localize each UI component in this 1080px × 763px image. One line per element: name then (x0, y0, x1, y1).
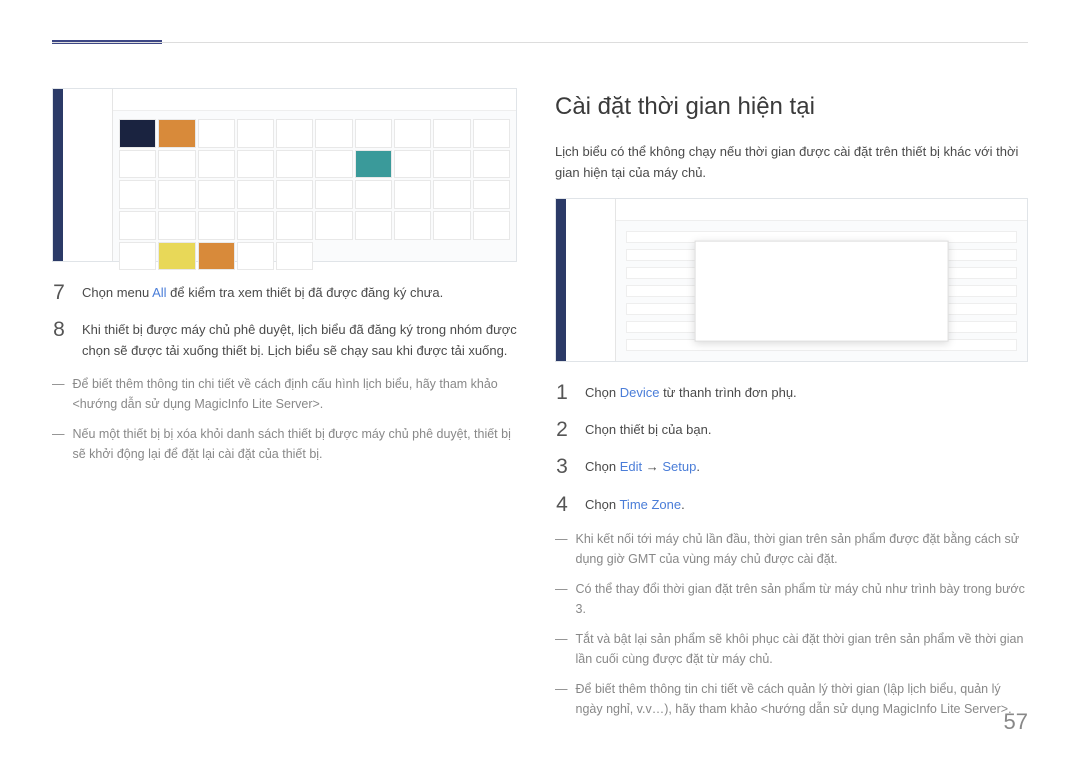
bullet-item: ― Nếu một thiết bị bị xóa khỏi danh sách… (52, 424, 517, 464)
step-2: 2 Chọn thiết bị của bạn. (555, 417, 1028, 442)
bullet-text: Nếu một thiết bị bị xóa khỏi danh sách t… (73, 424, 518, 464)
text-suffix: để kiểm tra xem thiết bị đã được đăng ký… (167, 285, 444, 300)
step-4: 4 Chọn Time Zone. (555, 492, 1028, 517)
step-number: 7 (52, 280, 66, 305)
link-timezone: Time Zone (619, 497, 681, 512)
step-8: 8 Khi thiết bị được máy chủ phê duyệt, l… (52, 317, 517, 362)
text-prefix: Chọn (585, 497, 619, 512)
step-1: 1 Chọn Device từ thanh trình đơn phụ. (555, 380, 1028, 405)
left-column: 7 Chọn menu All để kiểm tra xem thiết bị… (52, 88, 517, 729)
bullet-text: Để biết thêm thông tin chi tiết về cách … (73, 374, 518, 414)
arrow-icon: → (642, 459, 662, 474)
step-text: Chọn thiết bị của bạn. (585, 417, 711, 441)
bullet-text: Để biết thêm thông tin chi tiết về cách … (576, 679, 1029, 719)
step-3: 3 Chọn Edit → Setup. (555, 454, 1028, 479)
link-edit: Edit (620, 459, 642, 474)
link-device: Device (620, 385, 660, 400)
right-bullets: ― Khi kết nối tới máy chủ lần đầu, thời … (555, 529, 1028, 719)
page-number: 57 (1004, 704, 1028, 739)
step-text: Chọn Time Zone. (585, 492, 685, 516)
section-title: Cài đặt thời gian hiện tại (555, 88, 1028, 126)
left-bullets: ― Để biết thêm thông tin chi tiết về các… (52, 374, 517, 464)
page-border (52, 42, 1028, 43)
text-suffix: từ thanh trình đơn phụ. (659, 385, 796, 400)
bullet-text: Có thể thay đổi thời gian đặt trên sản p… (576, 579, 1029, 619)
text-prefix: Chọn (585, 459, 620, 474)
screenshot-setup-dialog (555, 198, 1028, 362)
step-text: Khi thiết bị được máy chủ phê duyệt, lịc… (82, 317, 517, 362)
right-column: Cài đặt thời gian hiện tại Lịch biểu có … (555, 88, 1028, 729)
dash-icon: ― (555, 579, 568, 619)
step-number: 3 (555, 454, 569, 479)
intro-text: Lịch biểu có thể không chạy nếu thời gia… (555, 142, 1028, 184)
text-suffix: . (696, 459, 700, 474)
step-text: Chọn menu All để kiểm tra xem thiết bị đ… (82, 280, 443, 304)
dash-icon: ― (555, 529, 568, 569)
bullet-item: ― Để biết thêm thông tin chi tiết về các… (52, 374, 517, 414)
text-prefix: Chọn menu (82, 285, 152, 300)
bullet-item: ― Có thể thay đổi thời gian đặt trên sản… (555, 579, 1028, 619)
dash-icon: ― (555, 629, 568, 669)
link-all: All (152, 285, 166, 300)
dash-icon: ― (52, 374, 65, 414)
step-7: 7 Chọn menu All để kiểm tra xem thiết bị… (52, 280, 517, 305)
step-number: 8 (52, 317, 66, 342)
dash-icon: ― (52, 424, 65, 464)
step-text: Chọn Device từ thanh trình đơn phụ. (585, 380, 797, 404)
step-number: 1 (555, 380, 569, 405)
bullet-item: ― Để biết thêm thông tin chi tiết về các… (555, 679, 1028, 719)
step-number: 2 (555, 417, 569, 442)
text-suffix: . (681, 497, 685, 512)
screenshot-device-grid (52, 88, 517, 262)
bullet-item: ― Khi kết nối tới máy chủ lần đầu, thời … (555, 529, 1028, 569)
step-text: Chọn Edit → Setup. (585, 454, 700, 478)
text-prefix: Chọn (585, 385, 620, 400)
bullet-text: Khi kết nối tới máy chủ lần đầu, thời gi… (576, 529, 1029, 569)
step-number: 4 (555, 492, 569, 517)
link-setup: Setup (662, 459, 696, 474)
dash-icon: ― (555, 679, 568, 719)
bullet-item: ― Tắt và bật lại sản phẩm sẽ khôi phục c… (555, 629, 1028, 669)
bullet-text: Tắt và bật lại sản phẩm sẽ khôi phục cài… (576, 629, 1029, 669)
